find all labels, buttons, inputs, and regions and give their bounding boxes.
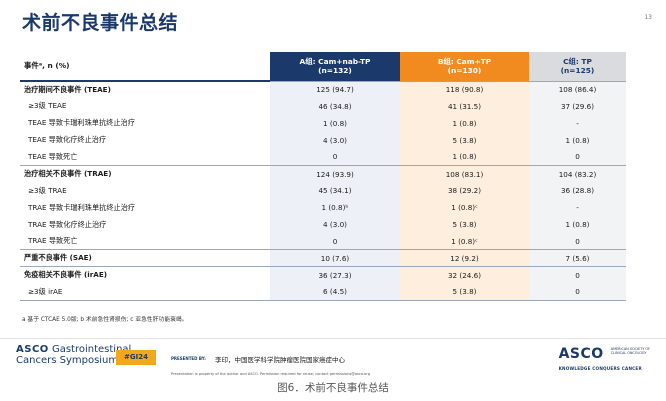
asco-logo: ASCO AMERICAN SOCIETY OF CLINICAL ONCOLO… xyxy=(559,346,650,371)
row-label: TEAE 导致化疗终止治疗 xyxy=(28,135,107,145)
cell-group-b: 12 (9.2) xyxy=(400,249,529,267)
cell-group-c: 7 (5.6) xyxy=(529,249,626,267)
cell-group-a: 10 (7.6) xyxy=(270,249,400,267)
table-row: TRAE 导致卡瑞利珠单抗终止治疗 1 (0.8)ᵇ 1 (0.8)ᶜ - xyxy=(20,199,626,217)
cell-group-c: 104 (83.2) xyxy=(529,164,626,183)
page-title: 术前不良事件总结 xyxy=(22,12,179,34)
adverse-events-table: 事件ᵃ, n (%) A组: Cam+nab-TP (n=132) B组: Ca… xyxy=(20,52,626,302)
row-label: TRAE 导致死亡 xyxy=(28,236,78,246)
cell-group-c: - xyxy=(529,114,626,132)
cell-group-a: 0 xyxy=(270,148,400,166)
table-row: 免疫相关不良事件 (irAE) 36 (27.3) 32 (24.6) 0 xyxy=(20,266,626,284)
cell-group-a: 1 (0.8)ᵇ xyxy=(270,199,400,217)
presenter-name: 李印，中国医学科学院肿瘤医院国家癌症中心 xyxy=(214,355,345,364)
table-row: ≥3级 TRAE 45 (34.1) 38 (29.2) 36 (28.8) xyxy=(20,182,626,200)
cell-group-a: 124 (93.9) xyxy=(270,164,400,183)
cell-group-b: 108 (83.1) xyxy=(400,164,529,183)
table-row: TEAE 导致化疗终止治疗 4 (3.0) 5 (3.8) 1 (0.8) xyxy=(20,131,626,149)
table-row: TRAE 导致死亡 0 1 (0.8)ᶜ 0 xyxy=(20,233,626,250)
header-group-a-name: A组: Cam+nab-TP xyxy=(299,57,371,66)
row-label: ≥3级 TEAE xyxy=(28,101,67,111)
hashtag-badge: #GI24 xyxy=(116,350,156,365)
row-label: ≥3级 irAE xyxy=(20,283,270,302)
cell-group-b: 5 (3.8) xyxy=(400,216,529,234)
header-group-c-name: C组: TP xyxy=(563,57,592,66)
header-group-b-n: (n=130) xyxy=(447,66,482,76)
cell-group-c: 0 xyxy=(529,148,626,166)
slide-footer: ASCO Gastrointestinal Cancers Symposium … xyxy=(0,338,666,377)
presenter-block: PRESENTED BY: 李印，中国医学科学院肿瘤医院国家癌症中心 Prese… xyxy=(171,348,371,377)
cell-group-c: - xyxy=(529,199,626,217)
footnote: a 基于 CTCAE 5.0版; b 术前急性肾损伤; c 亚急性肝功能衰竭。 xyxy=(22,317,188,323)
header-group-c: C组: TP (n=125) xyxy=(529,52,626,81)
cell-group-b: 5 (3.8) xyxy=(400,283,529,302)
row-label: 免疫相关不良事件 (irAE) xyxy=(20,266,270,284)
cell-group-c: 0 xyxy=(529,233,626,250)
cell-group-a: 45 (34.1) xyxy=(270,182,400,200)
cell-group-a: 0 xyxy=(270,233,400,250)
asco-gi-line2: Cancers Symposium xyxy=(16,354,119,366)
asco-tagline: KNOWLEDGE CONQUERS CANCER xyxy=(558,366,642,371)
asco-logo-text: ASCO xyxy=(558,346,604,362)
asco-society-line2: CLINICAL ONCOLOGY xyxy=(610,350,647,355)
cell-group-c: 36 (28.8) xyxy=(529,182,626,200)
table-row: TEAE 导致卡瑞利珠单抗终止治疗 1 (0.8) 1 (0.8) - xyxy=(20,114,626,132)
row-label: 治疗相关不良事件 (TRAE) xyxy=(20,164,270,183)
slide: 术前不良事件总结 13 事件ᵃ, n (%) A组: Cam+nab-TP (n… xyxy=(0,0,666,377)
header-events-label: 事件ᵃ, n (%) xyxy=(20,52,270,82)
cell-group-c: 0 xyxy=(529,266,626,284)
row-label: TRAE 导致卡瑞利珠单抗终止治疗 xyxy=(28,202,136,212)
cell-group-b: 118 (90.8) xyxy=(400,80,529,98)
cell-group-b: 32 (24.6) xyxy=(400,266,529,284)
cell-group-a: 125 (94.7) xyxy=(270,80,400,98)
cell-group-c: 108 (86.4) xyxy=(529,80,626,98)
cell-group-c: 0 xyxy=(529,283,626,302)
cell-group-b: 1 (0.8)ᶜ xyxy=(400,199,529,217)
table-row: TRAE 导致化疗终止治疗 4 (3.0) 5 (3.8) 1 (0.8) xyxy=(20,216,626,234)
table-row: ≥3级 irAE 6 (4.5) 5 (3.8) 0 xyxy=(20,283,626,302)
cell-group-a: 6 (4.5) xyxy=(270,283,400,302)
row-label: 严重不良事件 (SAE) xyxy=(20,249,270,267)
cell-group-c: 1 (0.8) xyxy=(529,216,626,234)
header-group-b-name: B组: Cam+TP xyxy=(437,57,492,66)
row-label: ≥3级 TRAE xyxy=(28,185,67,195)
permission-note: Presentation is property of the author a… xyxy=(171,372,371,376)
cell-group-b: 41 (31.5) xyxy=(400,97,529,115)
table-header-row: 事件ᵃ, n (%) A组: Cam+nab-TP (n=132) B组: Ca… xyxy=(20,52,626,82)
header-group-c-n: (n=125) xyxy=(560,66,595,76)
cell-group-c: 37 (29.6) xyxy=(529,97,626,115)
row-label: 治疗期间不良事件 (TEAE) xyxy=(20,80,270,98)
table-row: TEAE 导致死亡 0 1 (0.8) 0 xyxy=(20,148,626,166)
table-row: ≥3级 TEAE 46 (34.8) 41 (31.5) 37 (29.6) xyxy=(20,97,626,115)
figure-caption: 图6．术前不良事件总结 xyxy=(277,382,389,394)
cell-group-a: 46 (34.8) xyxy=(270,97,400,115)
cell-group-b: 1 (0.8) xyxy=(400,114,529,132)
header-group-a-n: (n=132) xyxy=(318,66,352,76)
asco-gi-brand: ASCO xyxy=(16,344,49,355)
page-number: 13 xyxy=(644,14,652,21)
header-group-b: B组: Cam+TP (n=130) xyxy=(400,52,529,81)
header-group-a: A组: Cam+nab-TP (n=132) xyxy=(270,52,400,81)
cell-group-a: 1 (0.8) xyxy=(270,114,400,132)
cell-group-b: 1 (0.8) xyxy=(400,148,529,166)
row-label: TEAE 导致死亡 xyxy=(28,151,78,161)
asco-gi-logo: ASCO Gastrointestinal Cancers Symposium xyxy=(16,344,131,366)
table-row: 严重不良事件 (SAE) 10 (7.6) 12 (9.2) 7 (5.6) xyxy=(20,249,626,267)
cell-group-b: 1 (0.8)ᶜ xyxy=(400,233,529,250)
row-label: TRAE 导致化疗终止治疗 xyxy=(28,219,107,229)
cell-group-b: 38 (29.2) xyxy=(400,182,529,200)
table-row: 治疗相关不良事件 (TRAE) 124 (93.9) 108 (83.1) 10… xyxy=(20,164,626,183)
cell-group-a: 4 (3.0) xyxy=(270,131,400,149)
row-label: TEAE 导致卡瑞利珠单抗终止治疗 xyxy=(28,118,135,128)
table-row: 治疗期间不良事件 (TEAE) 125 (94.7) 118 (90.8) 10… xyxy=(20,80,626,98)
cell-group-c: 1 (0.8) xyxy=(529,131,626,149)
asco-society-text: AMERICAN SOCIETY OF CLINICAL ONCOLOGY xyxy=(610,347,650,356)
cell-group-b: 5 (3.8) xyxy=(400,131,529,149)
presented-by-label: PRESENTED BY: xyxy=(171,356,206,361)
cell-group-a: 36 (27.3) xyxy=(270,266,400,284)
cell-group-a: 4 (3.0) xyxy=(270,216,400,234)
